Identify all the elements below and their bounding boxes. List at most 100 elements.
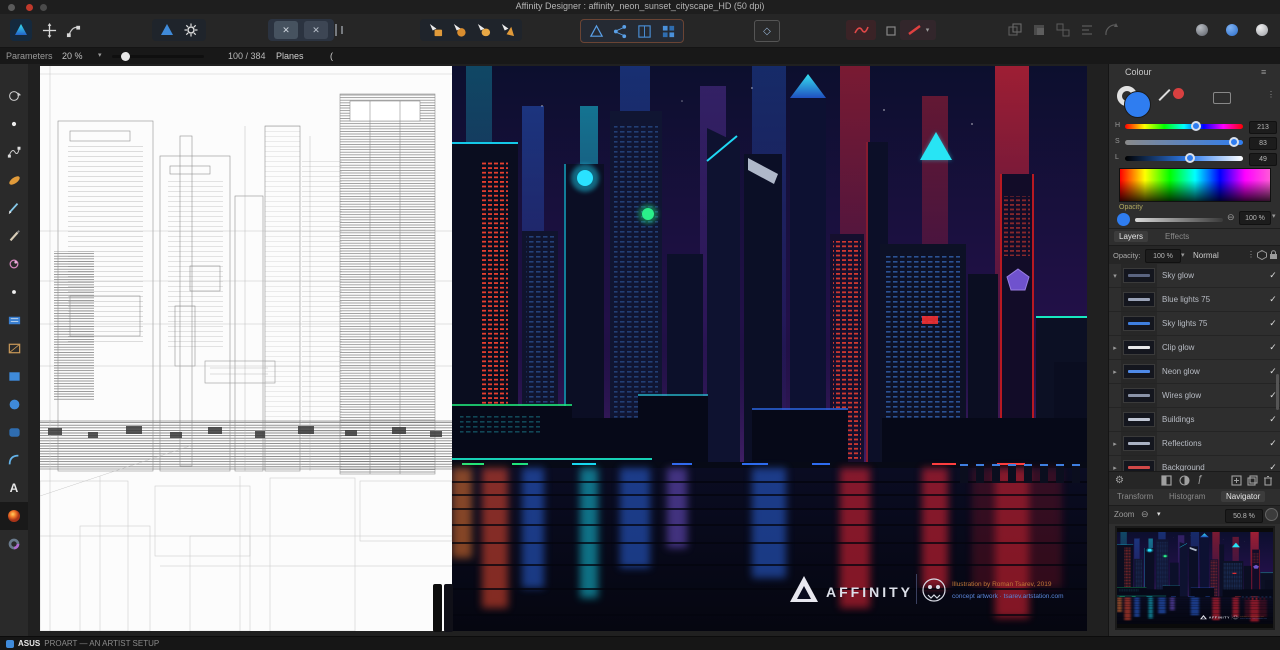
- layer-thumbnail[interactable]: [1123, 292, 1155, 307]
- picture-frame-tool[interactable]: [0, 334, 28, 362]
- layer-expand-arrow[interactable]: ▸: [1109, 344, 1121, 352]
- export-persona-icon[interactable]: [182, 21, 200, 39]
- move-tool-icon[interactable]: [40, 21, 58, 39]
- swap-colour-icon[interactable]: [882, 22, 900, 40]
- layers-scrollbar[interactable]: [1276, 374, 1279, 410]
- paint-brush-tool[interactable]: [0, 222, 28, 250]
- layer-visibility-check[interactable]: ✓: [1265, 438, 1280, 449]
- slider-track[interactable]: [1125, 137, 1243, 147]
- navigator-thumbnail[interactable]: [1115, 526, 1275, 630]
- layer-visibility-check[interactable]: ✓: [1265, 342, 1280, 353]
- pencil-swatch-icon[interactable]: [1158, 88, 1171, 102]
- layer-row[interactable]: Blue lights 75 ✓: [1109, 288, 1280, 312]
- tab-effects[interactable]: Effects: [1165, 232, 1189, 241]
- layer-thumbnail[interactable]: [1123, 388, 1155, 403]
- slider-knob[interactable]: [1184, 153, 1195, 163]
- layer-name[interactable]: Sky glow: [1157, 271, 1265, 280]
- opacity-colour-dot[interactable]: [1117, 213, 1130, 226]
- layer-thumbnail[interactable]: [1123, 268, 1155, 283]
- zoom-value-box[interactable]: 50.8 %: [1225, 509, 1263, 523]
- layer-row[interactable]: Buildings ✓: [1109, 408, 1280, 432]
- snap-to-shape-icon[interactable]: [474, 21, 492, 39]
- layer-name[interactable]: Wires glow: [1157, 391, 1265, 400]
- rounded-rectangle-tool[interactable]: [0, 418, 28, 446]
- context-slider-knob[interactable]: [121, 52, 131, 61]
- context-slider[interactable]: [112, 52, 204, 61]
- zoom-out-icon[interactable]: ⊖: [1141, 509, 1149, 520]
- tab-histogram[interactable]: Histogram: [1169, 492, 1205, 501]
- donut-tool[interactable]: [0, 530, 28, 558]
- order-front-icon[interactable]: [1006, 21, 1024, 39]
- layer-row[interactable]: ▾ Sky glow ✓: [1109, 264, 1280, 288]
- node-edit-tool[interactable]: [0, 138, 28, 166]
- colour-options-dots-icon[interactable]: ⋮: [1267, 90, 1275, 99]
- layer-name[interactable]: Clip glow: [1157, 343, 1265, 352]
- lock-layer-icon[interactable]: [1269, 250, 1278, 262]
- slider-knob[interactable]: [1190, 121, 1201, 131]
- colour-panel-menu-icon[interactable]: ≡: [1261, 67, 1266, 77]
- layer-visibility-check[interactable]: ✓: [1265, 294, 1280, 305]
- slider-value-box[interactable]: 83: [1249, 137, 1277, 150]
- gradient-tool[interactable]: [0, 306, 28, 334]
- swatch-pair-icon[interactable]: [1213, 92, 1231, 104]
- blend-mode-select[interactable]: Normal: [1193, 251, 1219, 260]
- slider-value-box[interactable]: 213: [1249, 121, 1277, 134]
- layer-visibility-check[interactable]: ✓: [1265, 414, 1280, 425]
- artboard-wireframe-view[interactable]: [39, 66, 453, 632]
- align-icon[interactable]: [1078, 21, 1096, 39]
- zoom-preset-caret[interactable]: ▾: [1157, 510, 1161, 518]
- layer-expand-arrow[interactable]: ▸: [1109, 440, 1121, 448]
- fit-zoom-button[interactable]: [1265, 508, 1278, 521]
- designer-persona-icon[interactable]: [158, 21, 176, 39]
- add-layer-icon[interactable]: [1231, 475, 1242, 488]
- layer-visibility-check[interactable]: ✓: [1265, 318, 1280, 329]
- delete-layer-icon[interactable]: [1263, 475, 1273, 488]
- layer-settings-gear-icon[interactable]: ⚙: [1115, 475, 1124, 486]
- layer-thumbnail[interactable]: [1123, 316, 1155, 331]
- layer-row[interactable]: ▸ Clip glow ✓: [1109, 336, 1280, 360]
- layer-thumbnail[interactable]: [1123, 364, 1155, 379]
- adjustment-layer-icon[interactable]: [1179, 475, 1190, 488]
- transform-icon[interactable]: [1102, 21, 1120, 39]
- preview-mode-button[interactable]: ◇: [754, 20, 780, 42]
- layer-row[interactable]: Wires glow ✓: [1109, 384, 1280, 408]
- collapsed-panel-tab[interactable]: [433, 584, 442, 632]
- current-brush-button[interactable]: ▾: [900, 20, 936, 40]
- group-icon[interactable]: [1054, 21, 1072, 39]
- pixel-view-icon[interactable]: [635, 22, 653, 40]
- opacity-caret-icon[interactable]: ▾: [1272, 212, 1276, 220]
- opacity-minus-icon[interactable]: ⊖: [1227, 212, 1235, 223]
- layer-row[interactable]: ▸ Neon glow ✓: [1109, 360, 1280, 384]
- artboard-rendered-view[interactable]: AFFINITY Illustration by Roman Tsarev, 2…: [452, 66, 1087, 631]
- blend-options-dots-icon[interactable]: ⋮: [1247, 250, 1255, 259]
- contact-sync-button[interactable]: [1196, 24, 1208, 36]
- vector-brush-tool[interactable]: [0, 166, 28, 194]
- smudge-tool[interactable]: [0, 250, 28, 278]
- brush-stabiliser-button[interactable]: [846, 20, 876, 40]
- rectangle-tool[interactable]: [0, 362, 28, 390]
- tab-transform[interactable]: Transform: [1117, 492, 1153, 501]
- retina-view-icon[interactable]: [659, 22, 677, 40]
- layer-name[interactable]: Reflections: [1157, 439, 1265, 448]
- layer-expand-arrow[interactable]: ▾: [1109, 272, 1121, 280]
- node-tool-icon[interactable]: [64, 21, 82, 39]
- text-tool[interactable]: A: [0, 474, 28, 502]
- slider-value-box[interactable]: 49: [1249, 153, 1277, 166]
- layers-opacity-value[interactable]: 100 %: [1145, 249, 1181, 263]
- secondary-colour-dot[interactable]: [1173, 88, 1184, 99]
- tab-navigator[interactable]: Navigator: [1221, 491, 1266, 502]
- fill-colour-swatch[interactable]: [1124, 91, 1151, 118]
- edit-all-layers-icon[interactable]: ✕: [274, 21, 298, 39]
- tab-layers[interactable]: Layers: [1114, 231, 1149, 242]
- transform-objects-icon[interactable]: ✕: [304, 21, 328, 39]
- pencil-tool[interactable]: [0, 194, 28, 222]
- layer-thumbnail[interactable]: [1123, 412, 1155, 427]
- ellipse-tool[interactable]: [0, 390, 28, 418]
- fill-tool[interactable]: [0, 278, 28, 306]
- affinity-logo-icon[interactable]: [10, 19, 32, 41]
- mask-layer-icon[interactable]: [1161, 475, 1172, 488]
- slider-knob[interactable]: [1228, 137, 1239, 147]
- layer-name[interactable]: Blue lights 75: [1157, 295, 1265, 304]
- blend-ranges-icon[interactable]: [1257, 249, 1267, 262]
- context-percent-value[interactable]: 20 %: [62, 51, 83, 61]
